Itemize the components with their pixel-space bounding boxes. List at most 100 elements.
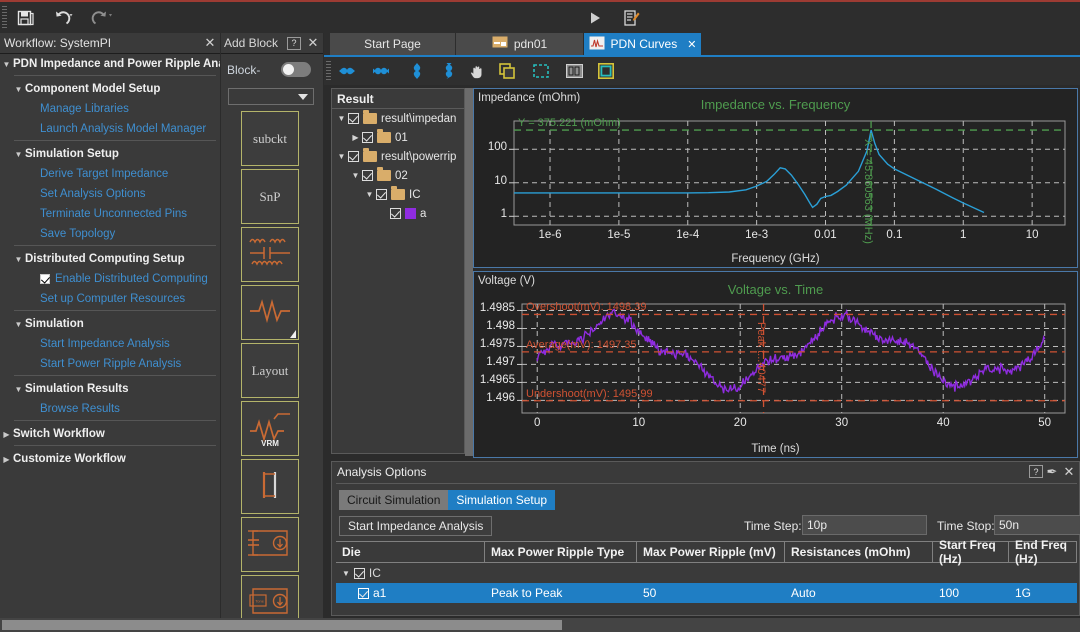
workflow-item-browse-results[interactable]: Browse Results	[0, 399, 220, 419]
block-toggle[interactable]	[281, 62, 311, 77]
row-checkbox[interactable]	[358, 587, 369, 599]
ao-tab-circuit-simulation[interactable]: Circuit Simulation	[339, 490, 449, 510]
grid-table-icon[interactable]	[563, 61, 585, 81]
row-checkbox[interactable]	[353, 567, 365, 579]
result-tree-node[interactable]: ▼ 02	[332, 166, 464, 185]
result-tree-node[interactable]: ▼ result\powerrip	[332, 147, 464, 166]
expand-corner-icon[interactable]	[290, 330, 296, 338]
result-node-checkbox[interactable]	[348, 113, 359, 124]
zoom-out-horizontal-icon[interactable]	[370, 61, 392, 81]
block-resistor[interactable]	[241, 285, 299, 340]
horizontal-scrollbar-thumb[interactable]	[2, 620, 562, 630]
block-vrm[interactable]: VRM	[241, 401, 299, 456]
chevron-right-icon[interactable]: ▶	[0, 455, 13, 464]
toolbar-grip[interactable]	[2, 6, 7, 30]
zoom-out-vertical-icon[interactable]	[438, 61, 460, 81]
chevron-down-icon[interactable]: ▼	[12, 320, 25, 329]
chart-toolbar[interactable]	[324, 57, 1080, 85]
result-node-checkbox[interactable]	[362, 132, 373, 143]
result-node-checkbox[interactable]	[348, 151, 359, 162]
result-tree-node[interactable]: ▶ 01	[332, 128, 464, 147]
analysis-options-tabs[interactable]: Circuit Simulation Simulation Setup	[339, 490, 556, 510]
tab-pdn-curves[interactable]: PDN Curves ✕	[584, 33, 702, 55]
table-column-header[interactable]: Start Freq (Hz)	[933, 538, 1009, 566]
result-tree-node[interactable]: a	[332, 204, 464, 223]
block-dropdown[interactable]	[228, 88, 314, 105]
workflow-item-save-topology[interactable]: Save Topology	[0, 224, 220, 244]
table-column-header[interactable]: Die	[336, 542, 485, 562]
workflow-item-simulation-results[interactable]: ▼ Simulation Results	[0, 379, 220, 399]
table-column-header[interactable]: Max Power Ripple Type	[485, 542, 637, 562]
add-block-close-button[interactable]: ✕	[303, 33, 323, 53]
table-row[interactable]: a1 Peak to Peak 50 Auto 100 1G	[336, 583, 1077, 603]
analysis-options-close-button[interactable]: ✕	[1059, 462, 1079, 482]
result-node-checkbox[interactable]	[376, 189, 387, 200]
tab-bar[interactable]: Start Page pdn01 PDN Curves ✕	[324, 33, 1080, 55]
workflow-item-simulation-setup[interactable]: ▼ Simulation Setup	[0, 144, 220, 164]
zoom-in-vertical-icon[interactable]	[406, 61, 428, 81]
workflow-item-terminate-unconnected-pins[interactable]: Terminate Unconnected Pins	[0, 204, 220, 224]
pan-hand-icon[interactable]	[466, 61, 488, 81]
run-button[interactable]	[578, 4, 612, 31]
horizontal-scrollbar[interactable]	[0, 618, 1080, 632]
workflow-item-enable-distributed-computing[interactable]: Enable Distributed Computing	[0, 269, 220, 289]
rubber-band-zoom-icon[interactable]	[530, 61, 552, 81]
result-node-checkbox[interactable]	[362, 170, 373, 181]
block-layout[interactable]: Layout	[241, 343, 299, 398]
chevron-down-icon[interactable]: ▼	[12, 150, 25, 159]
block-snp[interactable]: SnP	[241, 169, 299, 224]
workflow-item-launch-analysis-model-manager[interactable]: Launch Analysis Model Manager	[0, 119, 220, 139]
result-tree[interactable]: ▼ result\impedan ▶ 01 ▼ result\powerrip ▼ 02 ▼ IC…	[331, 108, 465, 454]
workflow-item-set-analysis-options[interactable]: Set Analysis Options	[0, 184, 220, 204]
edit-notes-button[interactable]	[614, 4, 648, 31]
tab-start-page[interactable]: Start Page	[330, 33, 456, 55]
chevron-down-icon[interactable]: ▼	[0, 60, 13, 69]
workflow-item-manage-libraries[interactable]: Manage Libraries	[0, 99, 220, 119]
time-stop-input[interactable]: 50n	[994, 515, 1080, 535]
die-settings-table[interactable]: Die Max Power Ripple Type Max Power Ripple…	[336, 538, 1077, 603]
workflow-item-set-up-computer-resources[interactable]: Set up Computer Resources	[0, 289, 220, 309]
chevron-down-icon[interactable]: ▼	[342, 569, 350, 578]
result-tree-node[interactable]: ▼ IC	[332, 185, 464, 204]
start-impedance-analysis-button[interactable]: Start Impedance Analysis	[339, 516, 493, 536]
zoom-in-horizontal-icon[interactable]	[336, 61, 358, 81]
add-block-help-button[interactable]: ?	[287, 36, 301, 50]
analysis-options-help-button[interactable]: ?	[1029, 465, 1043, 478]
redo-button[interactable]	[84, 4, 118, 31]
chevron-down-icon[interactable]: ▼	[349, 171, 362, 180]
table-column-header[interactable]: Max Power Ripple (mV)	[637, 542, 785, 562]
chevron-down-icon[interactable]: ▼	[12, 255, 25, 264]
workflow-item-start-power-ripple-analysis[interactable]: Start Power Ripple Analysis	[0, 354, 220, 374]
impedance-chart[interactable]: Impedance vs. Frequency Impedance (mOhm) F…	[473, 88, 1078, 268]
table-column-header[interactable]: End Freq (Hz)	[1009, 538, 1077, 566]
chevron-down-icon[interactable]: ▼	[363, 190, 376, 199]
workflow-item-simulation[interactable]: ▼ Simulation	[0, 314, 220, 334]
table-column-header[interactable]: Resistances (mOhm)	[785, 542, 933, 562]
chevron-down-icon[interactable]: ▼	[12, 85, 25, 94]
table-row[interactable]: ▼ IC	[336, 563, 1077, 583]
block-capacitor[interactable]	[241, 459, 299, 514]
analysis-options-pin-button[interactable]: ✒	[1045, 462, 1059, 482]
fit-view-icon[interactable]	[595, 61, 617, 81]
ao-tab-simulation-setup[interactable]: Simulation Setup	[448, 490, 556, 510]
workflow-tree[interactable]: ▼PDN Impedance and Power Ripple Analysis…	[0, 54, 220, 632]
workflow-item-start-impedance-analysis[interactable]: Start Impedance Analysis	[0, 334, 220, 354]
block-subckt[interactable]: subckt	[241, 111, 299, 166]
undo-button[interactable]	[46, 4, 80, 31]
save-button[interactable]	[8, 4, 42, 31]
workflow-item-pdn-impedance-and-power-ripple-analysis[interactable]: ▼PDN Impedance and Power Ripple Analysis	[0, 54, 220, 74]
workflow-item-checkbox[interactable]	[40, 274, 50, 284]
time-step-input[interactable]: 10p	[802, 515, 927, 535]
result-tree-node[interactable]: ▼ result\impedan	[332, 109, 464, 128]
block-palette[interactable]: subckt SnP Layout VRM 1 Tone	[241, 111, 303, 632]
chevron-right-icon[interactable]: ▶	[0, 430, 13, 439]
vertical-splitter[interactable]	[465, 88, 473, 456]
workflow-item-distributed-computing-setup[interactable]: ▼ Distributed Computing Setup	[0, 249, 220, 269]
workflow-item-component-model-setup[interactable]: ▼ Component Model Setup	[0, 79, 220, 99]
chart-toolbar-grip[interactable]	[326, 61, 331, 81]
tab-close-icon[interactable]: ✕	[687, 38, 696, 51]
chevron-right-icon[interactable]: ▶	[349, 133, 362, 142]
tab-pdn01[interactable]: pdn01	[456, 33, 584, 55]
workflow-item-customize-workflow[interactable]: ▶ Customize Workflow	[0, 449, 220, 469]
workflow-close-button[interactable]: ✕	[200, 33, 220, 53]
